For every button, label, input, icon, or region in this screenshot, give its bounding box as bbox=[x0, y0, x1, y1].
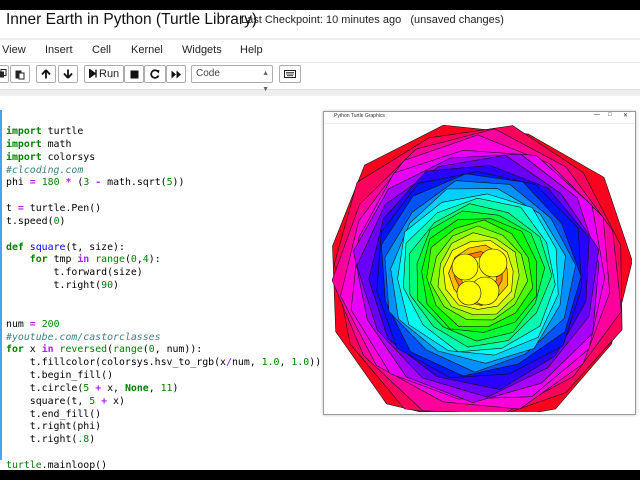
turtle-center-circle bbox=[451, 253, 479, 281]
turtle-canvas bbox=[327, 124, 633, 425]
code-line: t.right(90) bbox=[6, 280, 119, 292]
code-line: #youtube.com/castorclasses bbox=[6, 331, 161, 343]
cell-selection-bar bbox=[0, 110, 2, 460]
move-down-icon bbox=[63, 69, 73, 79]
code-line: for x in reversed(range(0, num)): bbox=[6, 344, 203, 356]
turtle-graphics-window: Python Turtle Graphics — □ ✕ bbox=[323, 111, 636, 425]
restart-button[interactable] bbox=[144, 65, 166, 83]
stop-icon bbox=[130, 70, 138, 79]
menu-cell[interactable]: Cell bbox=[92, 44, 111, 56]
code-line: turtle.mainloop() bbox=[6, 459, 108, 470]
code-line: t.end_fill() bbox=[6, 408, 102, 420]
cell-type-value: Code bbox=[196, 68, 220, 79]
notebook-header: Inner Earth in Python (Turtle Library) L… bbox=[0, 10, 640, 38]
run-icon bbox=[89, 69, 97, 78]
turtle-drawing bbox=[331, 124, 633, 425]
code-editor[interactable]: import turtle import math import colorsy… bbox=[6, 126, 321, 470]
menu-widgets[interactable]: Widgets bbox=[182, 44, 222, 56]
code-line: phi = 180 * (3 - math.sqrt(5)) bbox=[6, 177, 185, 189]
code-line: t = turtle.Pen() bbox=[6, 203, 102, 215]
turtle-center-circle bbox=[478, 248, 508, 278]
close-icon[interactable]: ✕ bbox=[623, 112, 628, 119]
code-line: t.speed(0) bbox=[6, 215, 66, 227]
toolbar: Run Code ▲ ▼ bbox=[0, 63, 640, 93]
cell-type-select[interactable]: Code ▲ ▼ bbox=[191, 65, 273, 93]
interrupt-button[interactable] bbox=[124, 65, 144, 83]
run-button[interactable]: Run bbox=[84, 65, 124, 83]
code-line: def square(t, size): bbox=[6, 241, 125, 253]
code-line: for tmp in range(0,4): bbox=[29, 254, 161, 266]
menu-help[interactable]: Help bbox=[240, 44, 263, 56]
maximize-icon[interactable]: □ bbox=[608, 112, 612, 118]
code-line: import colorsys bbox=[6, 151, 96, 163]
copy-icon bbox=[0, 69, 6, 78]
code-line: square(t, 5 + x) bbox=[6, 395, 125, 407]
menu-kernel[interactable]: Kernel bbox=[131, 44, 163, 56]
code-line: import math bbox=[6, 138, 72, 150]
run-label: Run bbox=[99, 68, 120, 80]
jupyter-notebook: Inner Earth in Python (Turtle Library) L… bbox=[0, 10, 640, 470]
move-down-button[interactable] bbox=[58, 65, 78, 83]
paste-icon bbox=[15, 70, 25, 80]
unsaved-changes-text: (unsaved changes) bbox=[410, 14, 504, 26]
menu-insert[interactable]: Insert bbox=[45, 44, 73, 56]
turtle-window-title: Python Turtle Graphics bbox=[334, 113, 385, 119]
fast-forward-icon bbox=[171, 70, 181, 79]
paste-button[interactable] bbox=[10, 65, 30, 83]
code-line: num = 200 bbox=[6, 318, 60, 330]
menu-view[interactable]: View bbox=[2, 44, 26, 56]
restart-icon bbox=[150, 69, 160, 79]
turtle-window-titlebar[interactable]: Python Turtle Graphics — □ ✕ bbox=[324, 112, 635, 124]
keyboard-icon bbox=[284, 70, 296, 78]
copy-button[interactable] bbox=[0, 65, 9, 83]
move-up-button[interactable] bbox=[36, 65, 56, 83]
code-line: t.forward(size) bbox=[6, 267, 143, 279]
code-line: t.circle(5 + x, None, 11) bbox=[6, 382, 179, 394]
minimize-icon[interactable]: — bbox=[594, 112, 600, 118]
code-line: t.fillcolor(colorsys.hsv_to_rgb(x/num, 1… bbox=[6, 357, 322, 369]
menu-bar: View Insert Cell Kernel Widgets Help bbox=[0, 40, 640, 63]
code-line: #clcoding.com bbox=[6, 164, 84, 176]
last-checkpoint-text: Last Checkpoint: 10 minutes ago bbox=[241, 14, 402, 26]
code-line: t.right(.8) bbox=[6, 434, 96, 446]
code-line: t.begin_fill() bbox=[6, 370, 114, 382]
checkpoint-status: Last Checkpoint: 10 minutes ago (unsaved… bbox=[241, 14, 504, 26]
code-line: t.right(phi) bbox=[6, 421, 102, 433]
move-up-icon bbox=[41, 69, 51, 79]
turtle-center-circle bbox=[456, 280, 482, 306]
code-line: import turtle bbox=[6, 126, 84, 137]
run-all-button[interactable] bbox=[166, 65, 186, 83]
command-palette-button[interactable] bbox=[279, 65, 301, 83]
notebook-title[interactable]: Inner Earth in Python (Turtle Library) bbox=[6, 11, 257, 29]
chevron-down-icon: ▲ ▼ bbox=[262, 70, 269, 93]
